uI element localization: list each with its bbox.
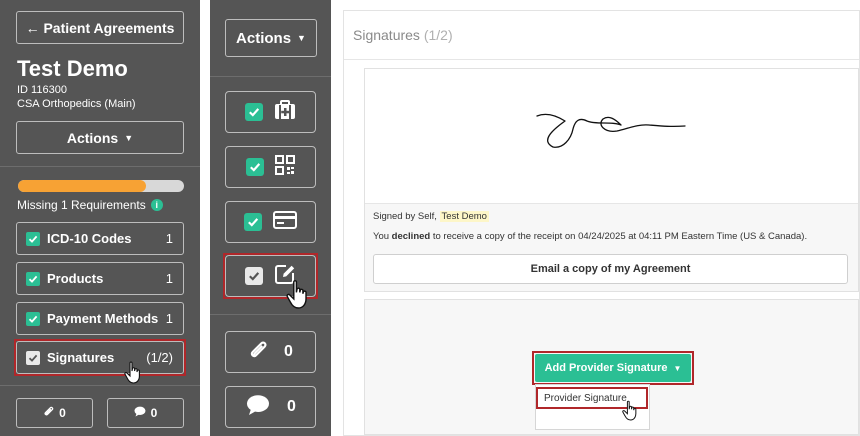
- comments-button[interactable]: 0: [107, 398, 184, 428]
- actions-dropdown-button[interactable]: Actions ▼: [16, 121, 184, 154]
- medical-kit-icon: [274, 99, 296, 125]
- email-agreement-button[interactable]: Email a copy of my Agreement: [373, 254, 848, 284]
- caret-down-icon: ▼: [673, 363, 682, 373]
- signer-name: Test Demo: [439, 211, 489, 222]
- patient-signature-card: Signed by Self, Test Demo You declined t…: [364, 68, 859, 292]
- declined-prefix: You: [373, 231, 390, 242]
- progress-fill: [18, 180, 146, 192]
- email-button-label: Email a copy of my Agreement: [530, 263, 691, 275]
- declined-word: declined: [391, 231, 431, 242]
- divider: [210, 76, 331, 77]
- requirement-signatures[interactable]: Signatures (1/2): [16, 341, 184, 374]
- divider: [0, 166, 200, 167]
- credit-card-icon: [273, 210, 297, 234]
- products-step-button[interactable]: [225, 146, 316, 188]
- divider: [210, 314, 331, 315]
- qr-code-icon: [275, 154, 295, 180]
- paperclip-icon: [248, 340, 268, 365]
- signatures-title-text: Signatures: [353, 27, 420, 43]
- signatures-title: Signatures (1/2): [353, 27, 453, 43]
- requirement-label: Products: [47, 271, 104, 286]
- add-provider-label: Add Provider Signature: [544, 362, 668, 374]
- checkbox-partial-icon: [26, 350, 40, 365]
- actions-dropdown-button[interactable]: Actions ▼: [225, 19, 317, 57]
- collapsed-sidebar: Actions ▼ 0 0: [210, 0, 331, 436]
- caret-down-icon: ▼: [124, 132, 134, 143]
- checkbox-checked-icon: [26, 231, 40, 246]
- comment-icon: [134, 406, 146, 420]
- icd10-step-button[interactable]: [225, 91, 316, 133]
- checkbox-checked-icon: [244, 213, 262, 231]
- patient-clinic: CSA Orthopedics (Main): [17, 98, 136, 110]
- requirement-label: Payment Methods: [47, 311, 159, 326]
- agreement-sidebar: ← Patient Agreements Test Demo ID 116300…: [0, 0, 200, 436]
- signature-image: [365, 69, 858, 204]
- caret-down-icon: ▼: [297, 33, 306, 43]
- attachments-button[interactable]: 0: [225, 331, 316, 373]
- hand-cursor-icon: [622, 400, 637, 421]
- divider: [344, 59, 859, 60]
- signatures-count: (1/2): [423, 27, 453, 43]
- patient-name: Test Demo: [17, 56, 128, 81]
- missing-requirements-text: Missing 1 Requirements: [17, 198, 146, 212]
- comments-count: 0: [287, 398, 296, 415]
- signed-by-prefix: Signed by Self,: [373, 211, 437, 222]
- declined-suffix: to receive a copy of the receipt on 04/2…: [432, 231, 808, 242]
- attachments-button[interactable]: 0: [16, 398, 93, 428]
- checkbox-checked-icon: [246, 158, 264, 176]
- requirement-label: ICD-10 Codes: [47, 231, 132, 246]
- add-provider-signature-button[interactable]: Add Provider Signature ▼: [535, 354, 691, 382]
- payment-step-button[interactable]: [225, 201, 316, 243]
- checkbox-checked-icon: [26, 271, 40, 286]
- requirement-count: 1: [165, 311, 173, 326]
- comment-icon: [245, 394, 271, 421]
- requirement-count: 1: [165, 231, 173, 246]
- paperclip-icon: [43, 406, 54, 420]
- requirement-products[interactable]: Products 1: [16, 262, 184, 295]
- checkbox-partial-icon: [245, 267, 263, 285]
- actions-label: Actions: [236, 29, 292, 47]
- requirement-count: (1/2): [146, 350, 173, 365]
- patient-id: ID 116300: [17, 84, 67, 96]
- back-to-agreements-button[interactable]: ← Patient Agreements: [16, 11, 184, 44]
- requirements-progress-bar: [18, 180, 184, 192]
- requirement-payment-methods[interactable]: Payment Methods 1: [16, 302, 184, 335]
- attachments-count: 0: [59, 406, 66, 420]
- signatures-panel: Signatures (1/2) Signed by Self, Test De…: [343, 10, 860, 436]
- hand-cursor-icon: [286, 280, 307, 309]
- provider-signature-option[interactable]: Provider Signature: [544, 393, 627, 404]
- attachments-count: 0: [284, 343, 293, 360]
- requirement-icd10[interactable]: ICD-10 Codes 1: [16, 222, 184, 255]
- comments-count: 0: [150, 406, 158, 420]
- checkbox-checked-icon: [245, 103, 263, 121]
- provider-signature-card: Add Provider Signature ▼ Provider Signat…: [364, 299, 859, 435]
- receipt-declined-line: You declined to receive a copy of the re…: [373, 231, 807, 242]
- hand-cursor-icon: [124, 361, 140, 384]
- requirement-count: 1: [165, 271, 173, 286]
- comments-button[interactable]: 0: [225, 386, 316, 428]
- handwritten-signature: [536, 113, 686, 148]
- info-icon[interactable]: i: [150, 199, 163, 211]
- signed-by-line: Signed by Self, Test Demo: [373, 211, 489, 222]
- divider: [0, 385, 200, 386]
- checkbox-checked-icon: [26, 311, 40, 326]
- back-button-label: ← Patient Agreements: [25, 19, 175, 36]
- missing-requirements: Missing 1 Requirements i: [17, 198, 163, 212]
- actions-label: Actions: [66, 129, 119, 146]
